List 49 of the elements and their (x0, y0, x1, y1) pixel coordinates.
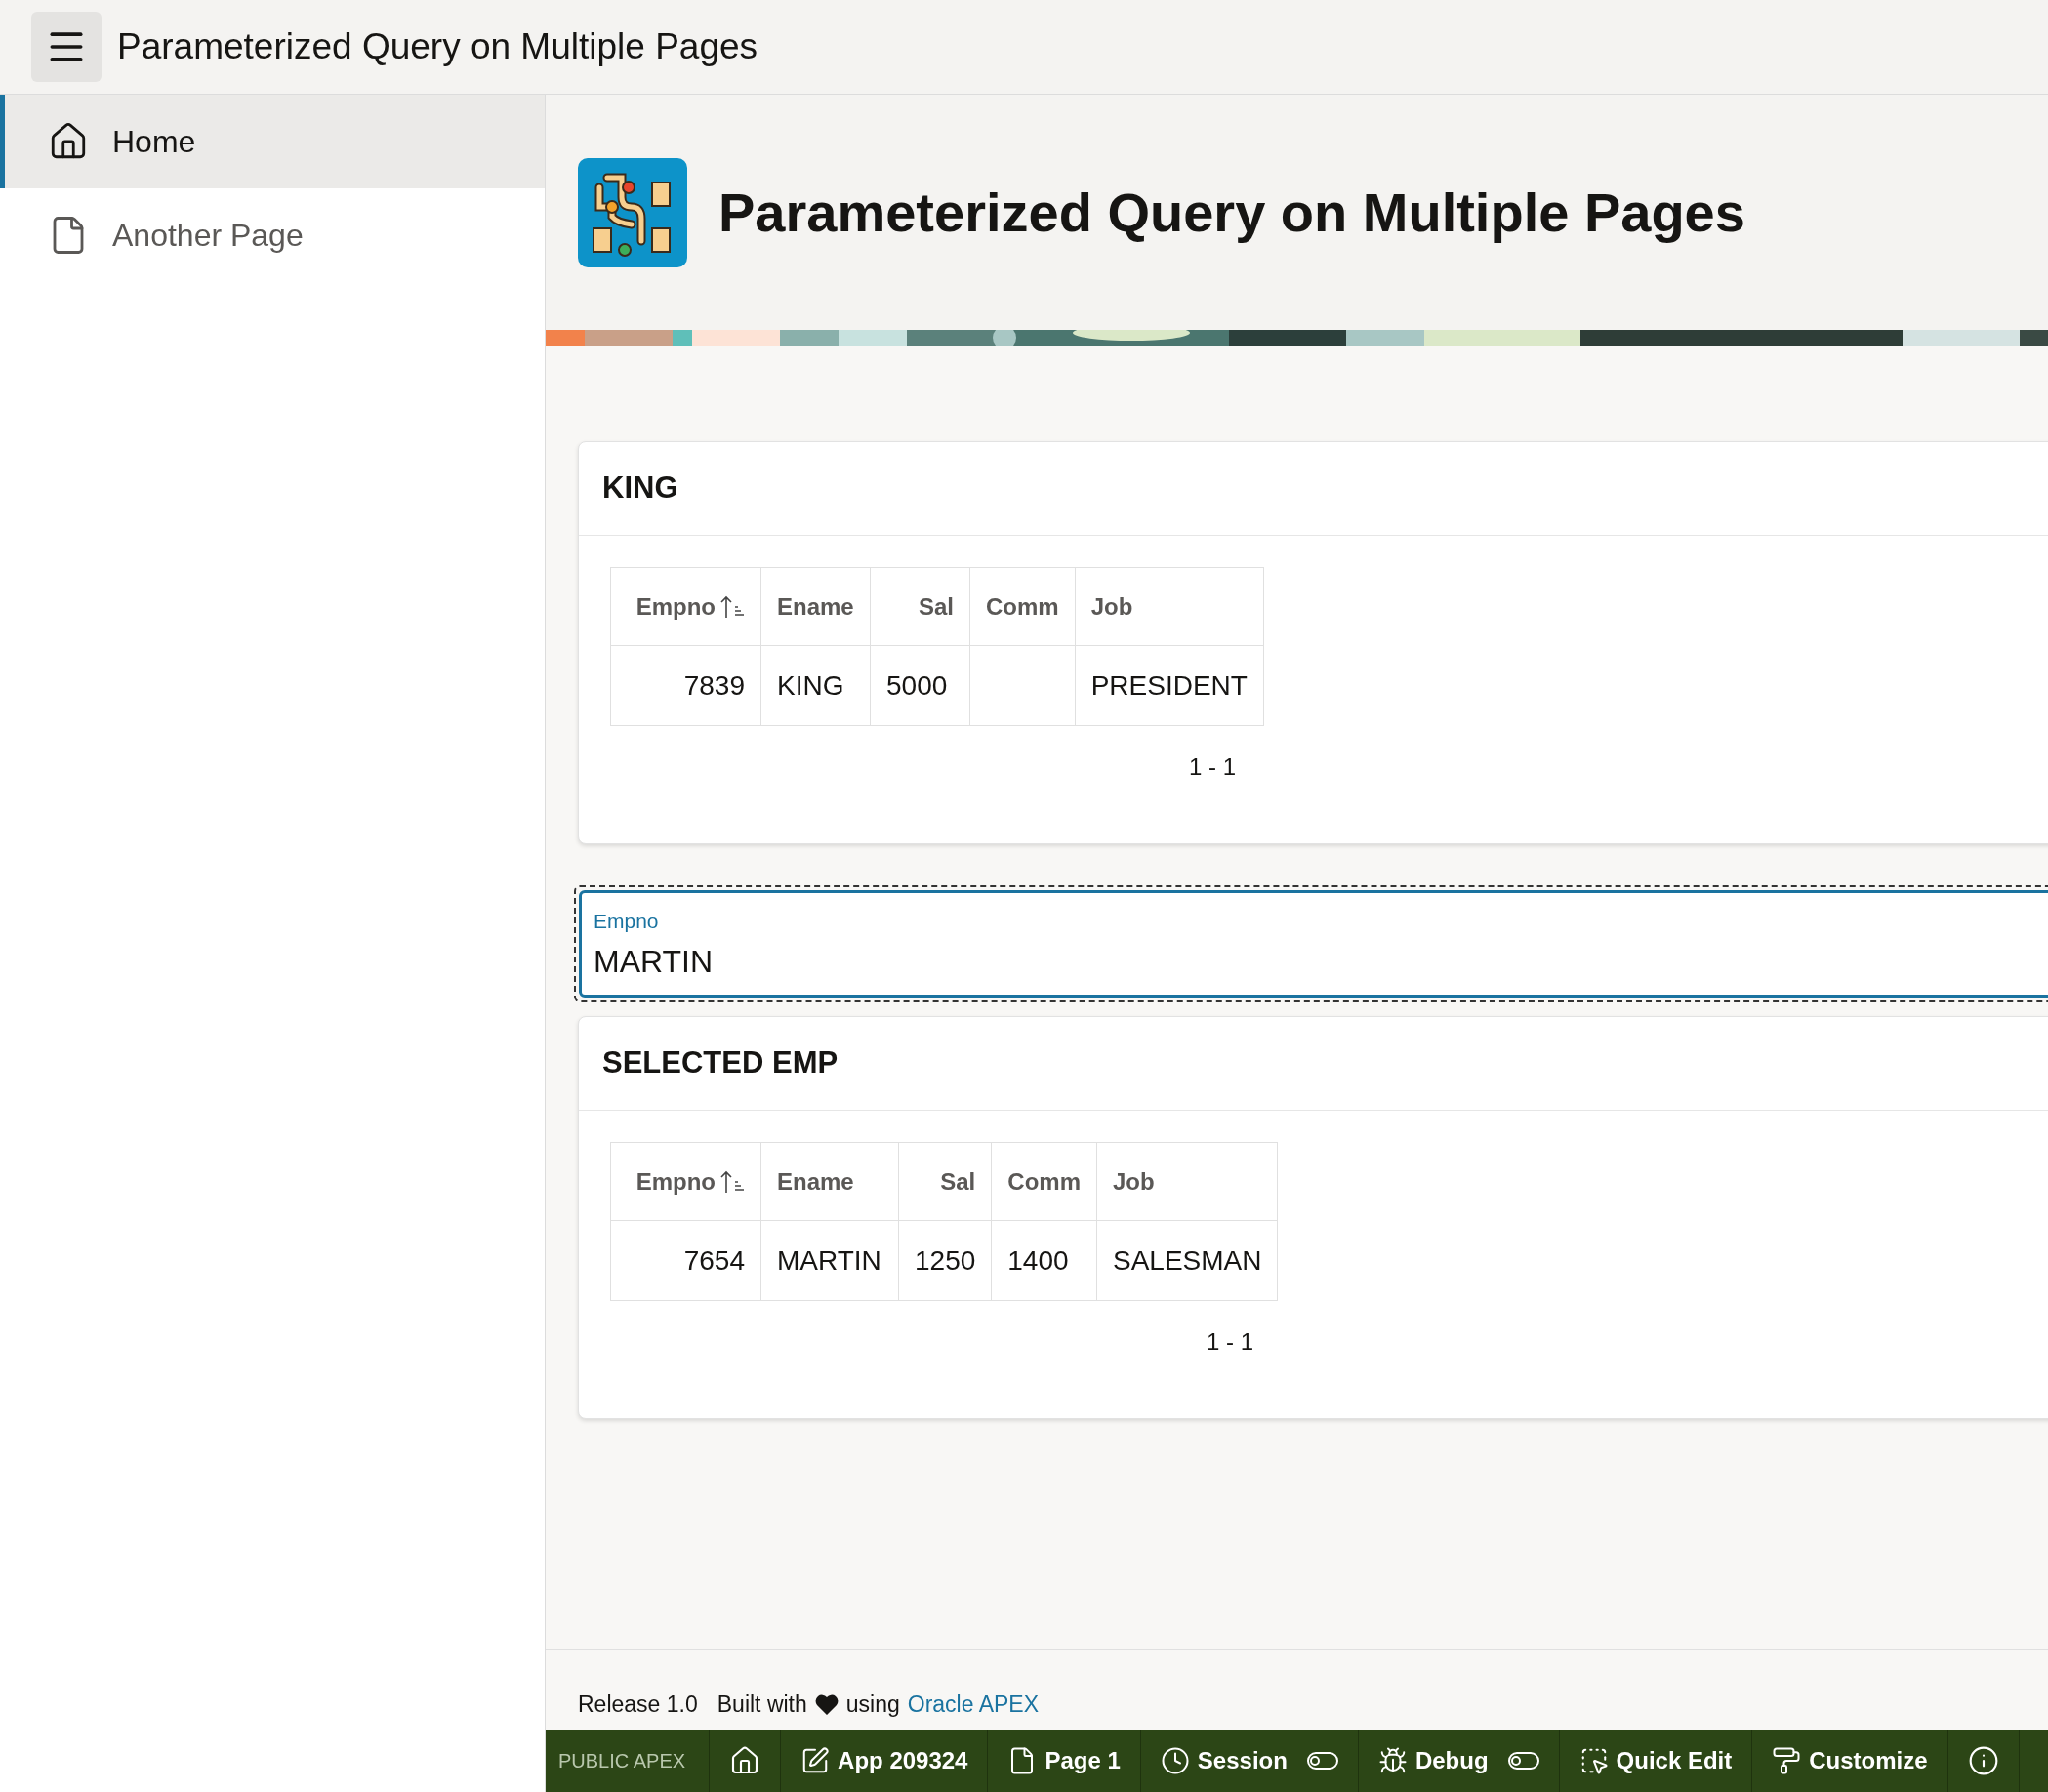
empno-field[interactable]: Empno MARTIN (579, 890, 2048, 998)
app-title: Parameterized Query on Multiple Pages (117, 25, 758, 69)
toolbar-button[interactable]: Page 1 (988, 1730, 1141, 1792)
toolbar-toggle-button[interactable]: Session (1140, 1730, 1359, 1792)
column-header[interactable]: Sal (898, 1142, 992, 1221)
footer-text: Release 1.0 Built with using Oracle APEX (578, 1688, 2048, 1722)
toolbar-button[interactable]: Quick Edit (1559, 1730, 1753, 1792)
table-cell: KING (760, 645, 871, 726)
nav-item[interactable]: Home (0, 95, 545, 188)
oracle-apex-link[interactable]: Oracle APEX (907, 1688, 1039, 1722)
table-cell: 7839 (610, 645, 761, 726)
column-header[interactable]: Comm (969, 567, 1076, 646)
table-cell: SALESMAN (1096, 1220, 1278, 1301)
table-cell: MARTIN (760, 1220, 899, 1301)
region-title: SELECTED EMP (602, 1044, 839, 1082)
pagination-text: 1 - 1 (1188, 753, 1236, 782)
field-value: MARTIN (594, 943, 715, 982)
clock-icon (1160, 1746, 1190, 1775)
menu-button[interactable] (31, 12, 102, 82)
page-title: Parameterized Query on Multiple Pages (718, 180, 1745, 245)
column-header[interactable]: Job (1096, 1142, 1278, 1221)
region-title: KING (602, 469, 678, 508)
paint-roller-icon (1772, 1746, 1802, 1775)
field-label: Empno (594, 909, 660, 934)
sort-ascending-icon (719, 594, 745, 619)
column-header[interactable]: Job (1075, 567, 1264, 646)
heart-icon (814, 1693, 839, 1715)
nav-item[interactable]: Another Page (0, 188, 545, 282)
column-header[interactable]: Ename (760, 567, 871, 646)
column-header[interactable]: Sal (870, 567, 970, 646)
bug-icon (1377, 1746, 1408, 1775)
table-cell: 5000 (870, 645, 970, 726)
column-header[interactable]: Ename (760, 1142, 899, 1221)
table-cell: 1400 (991, 1220, 1097, 1301)
table-cell: PRESIDENT (1075, 645, 1264, 726)
sort-ascending-icon (719, 1169, 745, 1194)
column-header[interactable]: Empno (610, 567, 761, 646)
toolbar-button[interactable]: App 209324 (781, 1730, 989, 1792)
table-cell: 7654 (610, 1220, 761, 1301)
table-cell: 1250 (898, 1220, 992, 1301)
pagination-text: 1 - 1 (1206, 1327, 1253, 1357)
app-logo-icon (578, 157, 687, 267)
column-header[interactable]: Empno (610, 1142, 761, 1221)
toolbar-toggle-button[interactable]: Debug (1358, 1730, 1560, 1792)
info-icon (1967, 1745, 1999, 1776)
column-header[interactable]: Comm (991, 1142, 1097, 1221)
toolbar-label: PUBLIC APEX (546, 1730, 711, 1792)
edit-icon (800, 1746, 831, 1775)
toolbar-button[interactable]: Customize (1752, 1730, 1948, 1792)
